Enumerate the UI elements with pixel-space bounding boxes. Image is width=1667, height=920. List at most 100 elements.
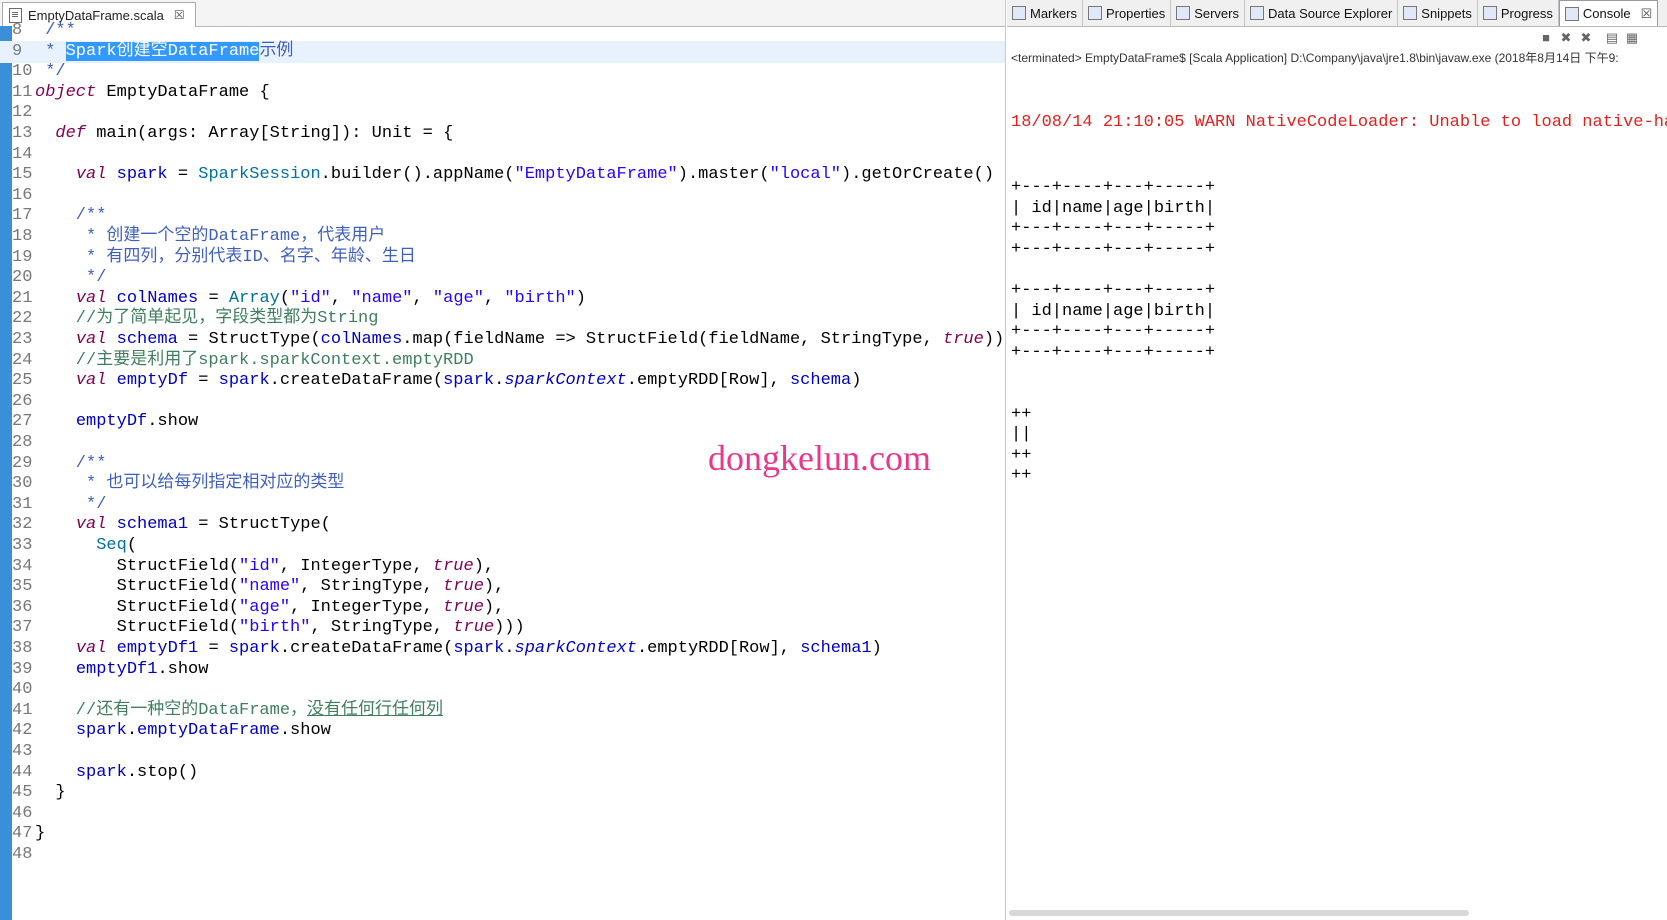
code-token: ) <box>851 371 862 391</box>
code-text: */ <box>35 267 106 289</box>
console-line: ++ <box>1011 445 1032 465</box>
view-tab-properties[interactable]: Properties <box>1083 0 1172 26</box>
markers-icon <box>1012 6 1026 20</box>
code-line: 22 //为了简单起见，字段类型都为String <box>0 308 1005 330</box>
code-token: spark <box>75 762 127 782</box>
line-number: 10 <box>12 62 33 82</box>
remove-launch-icon[interactable]: ✖ <box>1559 31 1573 45</box>
code-line: 35 StructField("name", StringType, true)… <box>0 576 1005 598</box>
view-tab-servers[interactable]: Servers <box>1171 0 1245 26</box>
code-token: ) <box>871 639 882 658</box>
code-text: val schema = StructType(colNames.map(fie… <box>35 329 1005 351</box>
code-text: //主要是利用了spark.sparkContext.emptyRDD <box>35 350 474 372</box>
view-tab-snippets[interactable]: Snippets <box>1398 0 1478 26</box>
stop-icon[interactable]: ■ <box>1539 31 1553 45</box>
horizontal-scrollbar[interactable] <box>1009 910 1469 916</box>
remove-all-icon[interactable]: ✖ <box>1579 31 1593 45</box>
code-token: schema <box>789 371 852 391</box>
code-token: main(args: Array[String]): Unit = { <box>86 124 454 143</box>
code-token: = <box>198 288 229 308</box>
view-tab-data-source-explorer[interactable]: Data Source Explorer <box>1245 0 1399 26</box>
view-tab-label: Servers <box>1194 5 1239 21</box>
line-number: 40 <box>12 680 33 700</box>
code-token: .show <box>279 721 331 741</box>
clear-console-icon[interactable]: ▤ <box>1605 31 1619 45</box>
line-number: 38 <box>12 639 33 658</box>
console-line: +---+----+---+-----+ <box>1011 322 1216 342</box>
code-text: spark.stop() <box>35 762 198 784</box>
code-token: .stop() <box>126 762 199 782</box>
code-token: ).getOrCreate() <box>841 165 995 185</box>
code-token: /** <box>35 453 107 473</box>
code-text: emptyDf1.show <box>35 659 209 681</box>
view-tab-bar: Markers Properties Servers Data Source Expl… <box>1007 0 1667 27</box>
line-number: 25 <box>12 371 33 391</box>
code-text: val schema1 = StructType( <box>35 514 331 536</box>
code-text: def main(args: Array[String]): Unit = { <box>35 123 453 145</box>
line-number: 32 <box>12 515 33 535</box>
view-tab-progress[interactable]: Progress <box>1478 0 1559 26</box>
code-token: /** <box>35 206 107 226</box>
console-panel: Markers Properties Servers Data Source Expl… <box>1007 0 1667 920</box>
line-number: 12 <box>12 103 33 123</box>
line-number: 36 <box>12 597 33 617</box>
line-number: 27 <box>12 412 33 432</box>
line-number: 34 <box>12 556 33 576</box>
line-number: 22 <box>12 309 33 329</box>
code-token: .createDataFrame( <box>269 371 444 391</box>
code-token: spark <box>218 371 270 391</box>
code-token: , <box>412 288 433 308</box>
code-token: ))) <box>983 330 1005 349</box>
console-line: +---+----+---+-----+ <box>1011 219 1216 239</box>
code-token: "id" <box>239 556 280 576</box>
close-icon[interactable]: ☒ <box>1641 6 1653 22</box>
code-token: ( <box>126 536 138 555</box>
code-token: //还有一种空的DataFrame， <box>35 700 308 720</box>
code-token: sparkContext <box>514 639 637 658</box>
scroll-lock-icon[interactable]: ▦ <box>1625 31 1639 45</box>
code-line: 36 StructField("age", IntegerType, true)… <box>0 597 1005 619</box>
code-text: * 创建一个空的DataFrame，代表用户 <box>35 226 385 248</box>
console-icon <box>1564 6 1579 21</box>
code-line: 34 StructField("id", IntegerType, true), <box>0 556 1005 578</box>
code-text: val emptyDf1 = spark.createDataFrame(spa… <box>35 638 882 660</box>
code-line: 13 def main(args: Array[String]): Unit =… <box>0 123 1005 145</box>
code-line: 14 <box>0 144 1005 166</box>
code-token: ))) <box>494 618 525 638</box>
line-number: 47 <box>12 824 33 844</box>
code-token: * 创建一个空的DataFrame，代表用户 <box>35 227 386 246</box>
code-text: StructField("birth", StringType, true))) <box>35 617 525 639</box>
code-token: EmptyDataFrame { <box>96 82 270 102</box>
code-token: colNames <box>320 330 403 349</box>
console-line: +---+----+---+-----+ <box>1011 178 1216 197</box>
code-token: */ <box>35 494 107 514</box>
code-token: */ <box>35 268 107 288</box>
code-token: "name" <box>351 288 413 308</box>
code-token: StructField( <box>35 597 240 617</box>
console-line: +---+----+---+-----+ <box>1011 280 1216 300</box>
code-line: 26 <box>0 391 1005 413</box>
code-line: 44 spark.stop() <box>0 762 1005 784</box>
code-token: emptyDf1 <box>75 659 158 679</box>
code-token: object <box>35 82 97 102</box>
code-token: spark <box>228 639 280 658</box>
code-line: 27 emptyDf.show <box>0 411 1005 433</box>
warn-line: 18/08/14 21:10:05 WARN NativeCodeLoader:… <box>1011 113 1667 132</box>
code-line: 40 <box>0 679 1005 701</box>
line-number: 16 <box>12 185 33 205</box>
code-token: schema1 <box>800 639 872 658</box>
view-tab-console[interactable]: Console ☒ <box>1558 0 1659 26</box>
line-number: 37 <box>12 618 33 638</box>
view-tab-markers[interactable]: Markers <box>1007 0 1083 26</box>
console-output[interactable]: 18/08/14 21:10:05 WARN NativeCodeLoader:… <box>1011 68 1667 487</box>
code-token: emptyDf <box>75 412 148 432</box>
line-number: 15 <box>12 165 33 185</box>
line-number: 30 <box>12 474 33 494</box>
code-token: schema1 <box>116 515 189 535</box>
code-token: .show <box>147 412 199 432</box>
